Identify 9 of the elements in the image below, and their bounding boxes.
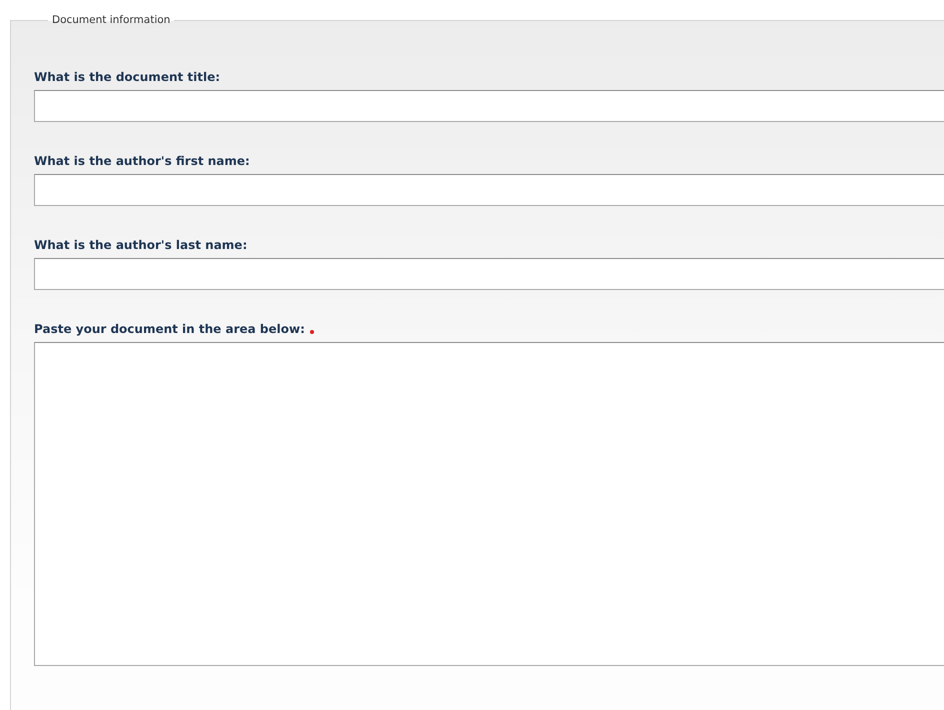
field-label: What is the author's first name: [34, 154, 250, 168]
field-label: What is the author's last name: [34, 238, 248, 252]
input-field[interactable] [34, 258, 944, 290]
field-label: What is the document title: [34, 70, 220, 84]
field-label: Paste your document in the area below: [34, 322, 305, 336]
required-marker [310, 330, 314, 334]
input-field[interactable] [34, 174, 944, 206]
section-legend: Document information [48, 15, 174, 26]
input-field[interactable] [34, 90, 944, 122]
